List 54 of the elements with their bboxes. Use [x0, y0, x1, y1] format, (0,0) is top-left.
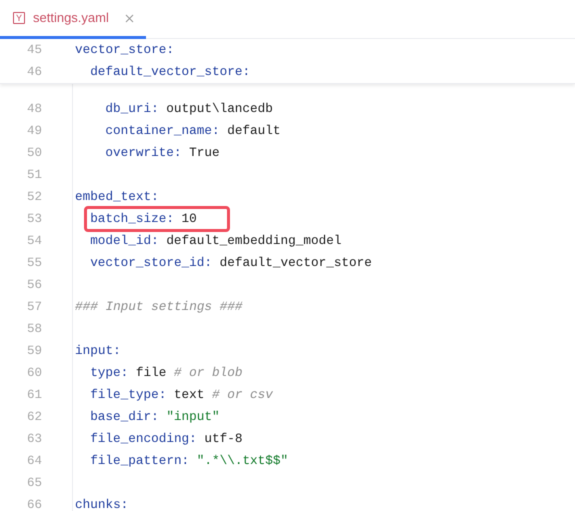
line-number: 46: [26, 64, 42, 81]
yaml-value: text: [174, 386, 204, 404]
code-comment: # or blob: [174, 364, 242, 382]
yaml-key: file_pattern:: [90, 451, 190, 471]
line-number: 63: [26, 430, 42, 448]
yaml-key: chunks:: [75, 495, 128, 511]
yaml-key: input:: [75, 341, 121, 361]
line-number: 64: [26, 452, 42, 470]
yaml-value: default_embedding_model: [166, 232, 342, 250]
line-number: 56: [26, 276, 42, 294]
yaml-value: 10: [182, 210, 197, 228]
yaml-key: file_encoding:: [90, 429, 197, 449]
yaml-value: True: [189, 144, 220, 162]
line-number: 65: [26, 474, 42, 492]
yaml-key: type:: [90, 363, 128, 383]
line-number: 59: [26, 342, 42, 360]
line-number: 51: [26, 166, 42, 184]
yaml-key: vector_store:: [75, 40, 174, 60]
yaml-key: batch_size:: [90, 209, 174, 229]
yaml-key: default_vector_store:: [90, 62, 250, 82]
yaml-value: file: [136, 364, 166, 382]
yaml-key: file_type:: [90, 385, 166, 405]
close-icon[interactable]: [124, 14, 134, 22]
yaml-key: model_id:: [90, 231, 159, 251]
yaml-key: embed_text:: [75, 187, 159, 207]
line-number: 52: [26, 188, 42, 206]
yaml-key: base_dir:: [90, 407, 159, 427]
line-number: 53: [26, 210, 42, 228]
line-number: 58: [26, 320, 42, 338]
line-number: 54: [26, 232, 42, 250]
line-number: 50: [26, 144, 42, 162]
yaml-key: overwrite:: [105, 143, 182, 163]
yaml-value: default_vector_store: [220, 254, 372, 272]
line-number: 48: [26, 100, 42, 118]
yaml-file-icon: Y: [13, 12, 25, 24]
line-number: 55: [26, 254, 42, 272]
yaml-key: vector_store_id:: [90, 253, 212, 273]
line-number: 61: [26, 386, 42, 404]
line-number: 62: [26, 408, 42, 426]
code-comment: # or csv: [212, 386, 273, 404]
line-number: 45: [26, 42, 42, 59]
code-comment: ### Input settings ###: [75, 298, 243, 316]
yaml-value: output\lancedb: [166, 100, 273, 118]
tab-label: settings.yaml: [33, 9, 109, 28]
yaml-value: utf-8: [204, 430, 242, 448]
line-number: 57: [26, 298, 42, 316]
string-value: ".*\\.txt$$": [196, 452, 288, 470]
line-number: 60: [26, 364, 42, 382]
line-number: 66: [26, 496, 42, 511]
string-value: "input": [166, 408, 220, 426]
yaml-key: container_name:: [105, 121, 220, 141]
yaml-key: db_uri:: [105, 99, 159, 119]
yaml-value: default: [227, 122, 280, 140]
line-number: 49: [26, 122, 42, 140]
